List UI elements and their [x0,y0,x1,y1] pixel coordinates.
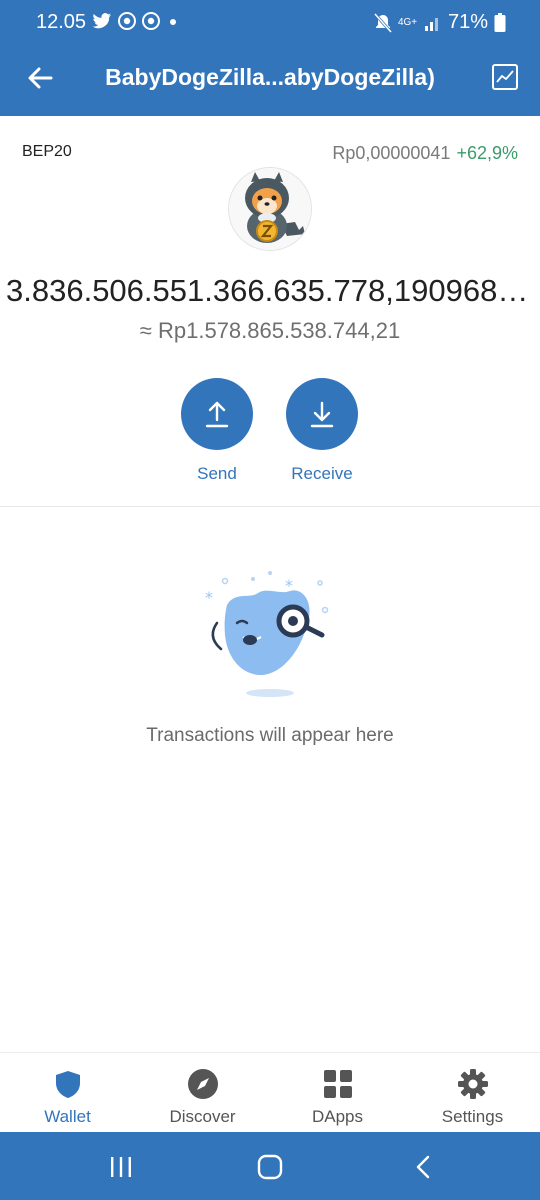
nav-item-dapps[interactable]: DApps [270,1053,405,1132]
notification-icons [92,12,180,30]
price-row: Rp0,00000041 +62,9% [332,143,518,164]
token-balance: 3.836.506.551.366.635.778,1909686… [6,273,538,308]
mute-icon [373,12,392,33]
shield-icon [51,1067,85,1101]
receive-label: Receive [291,464,353,483]
price-change: +62,9% [456,143,518,163]
receive-circle[interactable] [286,378,358,450]
compass-icon [186,1067,220,1101]
dot-icon [170,19,176,25]
nav-item-wallet[interactable]: Wallet [0,1053,135,1132]
status-bar: 12.05 4G+ 71% [0,0,540,44]
svg-text:*: * [205,588,213,607]
magnifier-mascot-icon: * * [205,571,329,697]
chrome-icon [118,12,136,30]
token-standard: BEP20 [22,143,72,160]
price-chart-button[interactable] [492,64,518,90]
send-button[interactable]: Send [167,378,267,484]
empty-state-illustration: * * [195,565,345,705]
recent-apps-icon [111,1157,131,1177]
bottom-nav: Wallet Discover DApps Settings [0,1052,540,1132]
status-time: 12.05 [36,11,87,33]
nav-item-discover[interactable]: Discover [135,1053,270,1132]
send-label: Send [197,464,237,483]
download-arrow-icon [310,401,334,428]
gear-icon [456,1067,490,1101]
app-bar: BabyDogeZilla...abyDogeZilla) [0,44,540,116]
battery-icon [494,12,506,32]
token-price: Rp0,00000041 [332,143,451,163]
signal-icon [424,17,438,31]
twitter-icon [92,13,111,29]
send-circle[interactable] [181,378,253,450]
chart-icon [496,70,514,83]
system-nav-bar [0,1132,540,1200]
status-right: 4G+ 71% [373,11,506,34]
fiat-balance: ≈ Rp1.578.865.538.744,21 [139,318,401,343]
nav-item-settings[interactable]: Settings [405,1053,540,1132]
home-button[interactable] [253,1150,287,1184]
chrome-icon [142,12,160,30]
chevron-left-icon [416,1155,430,1179]
page-title: BabyDogeZilla...abyDogeZilla) [105,64,435,90]
system-back-button[interactable] [406,1150,440,1184]
nav-label-settings: Settings [441,1107,504,1126]
receive-button[interactable]: Receive [272,378,372,484]
upload-arrow-icon [205,401,229,428]
battery-percent: 71% [447,11,488,33]
nav-label-wallet: Wallet [44,1107,91,1126]
nav-label-discover: Discover [169,1107,236,1126]
empty-state-text: Transactions will appear here [146,725,394,746]
token-logo [228,167,312,251]
home-icon [257,1154,283,1180]
top-header: 12.05 4G+ 71% BabyDogeZilla...abyDogeZil… [0,0,540,116]
grid-icon [321,1067,355,1101]
network-type: 4G+ [397,16,418,28]
arrow-left-icon [28,67,53,89]
back-button[interactable] [22,60,58,96]
section-divider [0,506,540,507]
recent-apps-button[interactable] [104,1150,138,1184]
dog-mascot-icon [229,168,311,250]
nav-label-dapps: DApps [311,1107,364,1126]
